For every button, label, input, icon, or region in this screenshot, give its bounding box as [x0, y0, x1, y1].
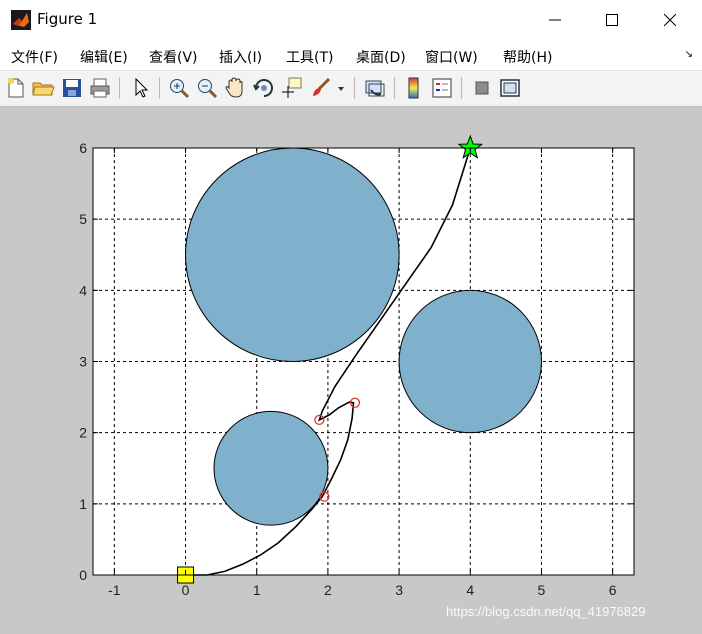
toolbar-separator [461, 77, 462, 99]
x-tick-label: 1 [253, 582, 261, 598]
plot-svg[interactable]: -1 0 1 2 3 4 5 6 0 1 2 3 4 5 6 [0, 107, 702, 634]
zoom-out-icon[interactable] [195, 76, 219, 100]
toolbar-separator [159, 77, 160, 99]
menu-tools[interactable]: 工具(T) [286, 47, 333, 67]
y-tick-label: 5 [79, 211, 87, 227]
menu-desktop[interactable]: 桌面(D) [356, 47, 406, 67]
colorbar-icon[interactable] [402, 76, 426, 100]
menu-help[interactable]: 帮助(H) [503, 47, 552, 67]
data-cursor-icon[interactable] [280, 76, 304, 100]
x-tick-label: 6 [609, 582, 617, 598]
menu-insert[interactable]: 插入(I) [219, 47, 262, 67]
menu-overflow-icon[interactable]: ↘ [685, 49, 693, 60]
close-icon [664, 14, 676, 26]
y-tick-label: 4 [79, 282, 87, 298]
y-tick-label: 6 [79, 140, 87, 156]
toolbar-separator [354, 77, 355, 99]
toolbar-separator [119, 77, 120, 99]
figure-canvas: -1 0 1 2 3 4 5 6 0 1 2 3 4 5 6 [0, 107, 702, 634]
maximize-icon [606, 14, 618, 26]
minimize-button[interactable] [530, 0, 580, 40]
pan-hand-icon[interactable] [223, 76, 247, 100]
title-bar: Figure 1 [0, 0, 702, 40]
zoom-in-icon[interactable] [167, 76, 191, 100]
toolbar-separator [394, 77, 395, 99]
x-tick-label: 2 [324, 582, 332, 598]
y-tick-label: 2 [79, 425, 87, 441]
close-button[interactable] [645, 0, 695, 40]
obstacle-circle [185, 147, 400, 362]
open-folder-icon[interactable] [31, 76, 55, 100]
menu-window[interactable]: 窗口(W) [425, 47, 478, 67]
new-file-icon[interactable] [4, 76, 28, 100]
y-tick-label: 1 [79, 496, 87, 512]
chevron-down-icon[interactable] [334, 76, 348, 100]
menu-file[interactable]: 文件(F) [11, 47, 58, 67]
x-tick-label: 4 [466, 582, 474, 598]
matlab-app-icon [11, 10, 31, 30]
menu-edit[interactable]: 编辑(E) [80, 47, 128, 67]
show-tools-icon[interactable] [498, 76, 522, 100]
toolbar [0, 71, 702, 107]
watermark-text: https://blog.csdn.net/qq_41976829 [446, 604, 646, 619]
menu-view[interactable]: 查看(V) [149, 47, 198, 67]
x-tick-label: -1 [108, 582, 121, 598]
y-tick-label: 0 [79, 567, 87, 583]
link-plot-icon[interactable] [363, 76, 387, 100]
obstacle-circle [213, 410, 329, 526]
save-icon[interactable] [60, 76, 84, 100]
hide-tools-icon[interactable] [470, 76, 494, 100]
rotate-3d-icon[interactable] [252, 76, 276, 100]
menu-bar: 文件(F) 编辑(E) 查看(V) 插入(I) 工具(T) 桌面(D) 窗口(W… [0, 40, 702, 71]
brush-icon[interactable] [309, 76, 333, 100]
x-tick-label: 5 [538, 582, 546, 598]
maximize-button[interactable] [587, 0, 637, 40]
minimize-icon [549, 19, 561, 21]
obstacle-circle [398, 289, 542, 434]
y-tick-label: 3 [79, 354, 87, 370]
pointer-icon[interactable] [129, 76, 153, 100]
x-tick-label: 0 [182, 582, 190, 598]
legend-icon[interactable] [430, 76, 454, 100]
print-icon[interactable] [88, 76, 112, 100]
x-tick-label: 3 [395, 582, 403, 598]
window-title: Figure 1 [37, 10, 98, 28]
